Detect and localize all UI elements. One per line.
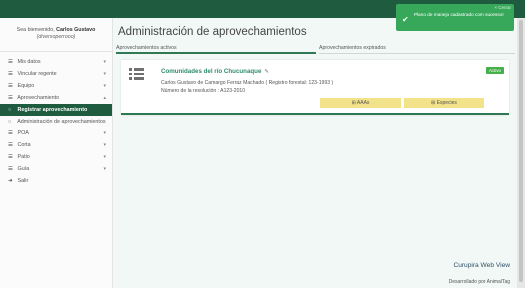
- grid-icon: ⊞: [351, 100, 356, 106]
- sidebar-divider: [0, 51, 112, 52]
- user-handle: (diversoperrooo): [36, 34, 76, 40]
- chevron-down-icon: ▾: [103, 130, 106, 136]
- logout-icon: ➜: [8, 178, 13, 184]
- sidebar-item-label: Vincular regente: [17, 71, 57, 77]
- chevron-down-icon: ▾: [103, 83, 106, 89]
- sidebar-item-patio[interactable]: ☰ Patio ▾: [0, 151, 112, 163]
- list-icon: [129, 68, 144, 80]
- success-toast: × Cerrar ✔ Plano de manejo cadastrado co…: [396, 4, 514, 31]
- chevron-up-icon: ▴: [103, 95, 106, 101]
- sidebar-item-registrar-aprovechamiento[interactable]: ○ Registrar aprovechamiento: [0, 104, 112, 116]
- sidebar-item-label: POA: [17, 130, 29, 136]
- status-badge: Activo: [486, 67, 504, 74]
- chevron-down-icon: ▾: [103, 154, 106, 160]
- sidebar: Sea bienvenido, Carlos Gustavo (diversop…: [0, 18, 113, 288]
- toast-close-button[interactable]: × Cerrar: [494, 5, 511, 10]
- scrollbar[interactable]: [517, 18, 525, 288]
- user-name: Carlos Gustavo: [56, 27, 96, 33]
- card-resolution: Número de la resolución : A123-2010: [161, 88, 246, 94]
- aaas-button-label: AAAs: [356, 100, 370, 106]
- footer-brand: Curupira Web View: [453, 262, 510, 269]
- sidebar-item-administracion[interactable]: ○ Administración de aprovechamientos: [0, 116, 112, 127]
- sidebar-item-label: Patio: [17, 154, 30, 160]
- list-icon: ☰: [8, 142, 13, 148]
- list-icon: ☰: [8, 95, 13, 101]
- tab-bar: Aprovechamientos activos Aprovechamiento…: [116, 43, 515, 54]
- sidebar-item-label: Salir: [17, 178, 29, 184]
- sidebar-item-label: Registrar aprovechamiento: [17, 107, 88, 113]
- sidebar-item-corta[interactable]: ☰ Corta ▾: [0, 139, 112, 151]
- especies-button[interactable]: ⊞ Especies: [404, 98, 484, 108]
- welcome-prefix: Sea bienvenido,: [16, 27, 55, 33]
- circle-icon: ○: [8, 107, 12, 113]
- sidebar-item-guia[interactable]: ☰ Guía ▾: [0, 163, 112, 175]
- card-title-text: Comunidades del río Chucunaque: [161, 68, 262, 75]
- scrollbar-thumb[interactable]: [519, 20, 523, 282]
- tab-expired-aprovechamientos[interactable]: Aprovechamientos expirados: [319, 43, 515, 54]
- welcome-message: Sea bienvenido, Carlos Gustavo (diversop…: [0, 18, 112, 41]
- list-icon: ☰: [8, 71, 13, 77]
- card-owner: Carlos Gustavo de Camargo Ferraz Machado…: [161, 80, 334, 86]
- chevron-down-icon: ▾: [103, 166, 106, 172]
- tab-active-aprovechamientos[interactable]: Aprovechamientos activos: [116, 43, 316, 54]
- circle-icon: ○: [8, 119, 12, 125]
- sidebar-item-label: Administración de aprovechamientos: [17, 119, 106, 125]
- pencil-icon[interactable]: ✎: [264, 69, 269, 75]
- list-icon: ☰: [8, 130, 13, 136]
- sidebar-item-mis-datos[interactable]: ☰ Mis datos ▾: [0, 56, 112, 68]
- grid-icon: ⊞: [431, 100, 436, 106]
- footer-credit: Desarrollado por AnimalTag: [448, 279, 510, 285]
- sidebar-item-equipo[interactable]: ☰ Equipo ▾: [0, 80, 112, 92]
- sidebar-item-label: Equipo: [17, 83, 35, 89]
- chevron-down-icon: ▾: [103, 59, 106, 65]
- sidebar-item-label: Aprovechamiento: [17, 95, 60, 101]
- especies-button-label: Especies: [436, 100, 457, 106]
- sidebar-item-aprovechamiento[interactable]: ☰ Aprovechamiento ▴: [0, 92, 112, 104]
- sidebar-item-poa[interactable]: ☰ POA ▾: [0, 127, 112, 139]
- aaas-button[interactable]: ⊞ AAAs: [320, 98, 401, 108]
- sidebar-item-vincular-regente[interactable]: ☰ Vincular regente ▾: [0, 68, 112, 80]
- list-icon: ☰: [8, 166, 13, 172]
- list-icon: ☰: [8, 59, 13, 65]
- card-title[interactable]: Comunidades del río Chucunaque ✎: [161, 68, 269, 75]
- main-content: Administración de aprovechamientos Aprov…: [113, 18, 517, 288]
- sidebar-item-salir[interactable]: ➜ Salir: [0, 175, 112, 187]
- sidebar-item-label: Corta: [17, 142, 31, 148]
- toast-message: Plano de manejo cadastrado com sucesso!: [414, 12, 504, 17]
- page-title: Administración de aprovechamientos: [118, 26, 307, 38]
- check-icon: ✔: [402, 15, 409, 24]
- list-icon: ☰: [8, 154, 13, 160]
- sidebar-item-label: Mis datos: [17, 59, 41, 65]
- list-icon: ☰: [8, 83, 13, 89]
- sidebar-item-label: Guía: [17, 166, 30, 172]
- chevron-down-icon: ▾: [103, 142, 106, 148]
- chevron-down-icon: ▾: [103, 71, 106, 77]
- aprovechamiento-card: Comunidades del río Chucunaque ✎ Carlos G…: [121, 60, 509, 115]
